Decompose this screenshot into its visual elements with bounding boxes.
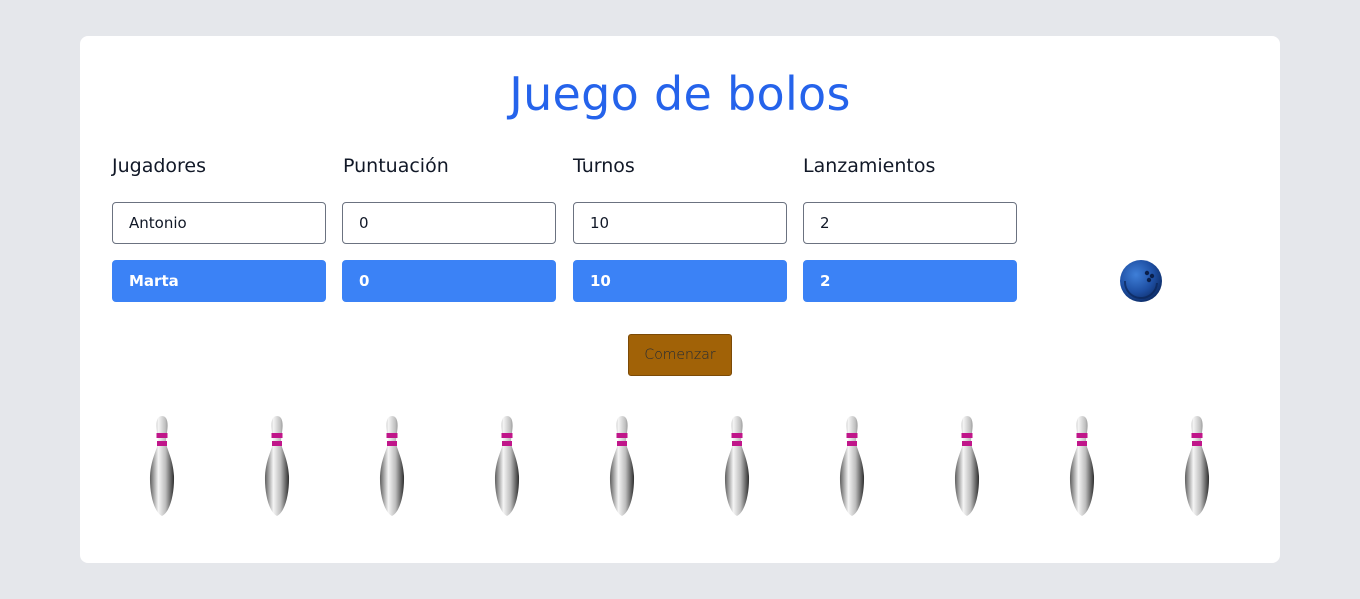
page-title: Juego de bolos	[509, 67, 851, 121]
bowling-pin-icon	[609, 416, 635, 516]
bowling-pin-icon	[1069, 416, 1095, 516]
bowling-pin-icon	[1184, 416, 1210, 516]
throws-field[interactable]: 2	[803, 202, 1017, 244]
bowling-pin-icon	[379, 416, 405, 516]
bowling-pin-icon	[494, 416, 520, 516]
header-score: Puntuación	[343, 155, 449, 177]
bowling-pin-icon	[839, 416, 865, 516]
player-name-field[interactable]: Antonio	[112, 202, 326, 244]
start-button[interactable]: Comenzar	[628, 334, 732, 376]
header-players: Jugadores	[112, 155, 207, 177]
score-field[interactable]: 0	[342, 202, 556, 244]
bowling-pin-icon	[954, 416, 980, 516]
header-turns: Turnos	[573, 155, 635, 177]
turns-field-active[interactable]: 10	[573, 260, 787, 302]
header-throws: Lanzamientos	[803, 155, 936, 177]
throws-field-active[interactable]: 2	[803, 260, 1017, 302]
score-field-active[interactable]: 0	[342, 260, 556, 302]
player-name-field-active[interactable]: Marta	[112, 260, 326, 302]
bowling-ball-icon	[1120, 260, 1162, 302]
turns-field[interactable]: 10	[573, 202, 787, 244]
pins-row	[80, 414, 1280, 518]
bowling-pin-icon	[149, 416, 175, 516]
bowling-pin-icon	[724, 416, 750, 516]
game-card: Juego de bolos Jugadores Puntuación Turn…	[80, 36, 1280, 563]
bowling-pin-icon	[264, 416, 290, 516]
